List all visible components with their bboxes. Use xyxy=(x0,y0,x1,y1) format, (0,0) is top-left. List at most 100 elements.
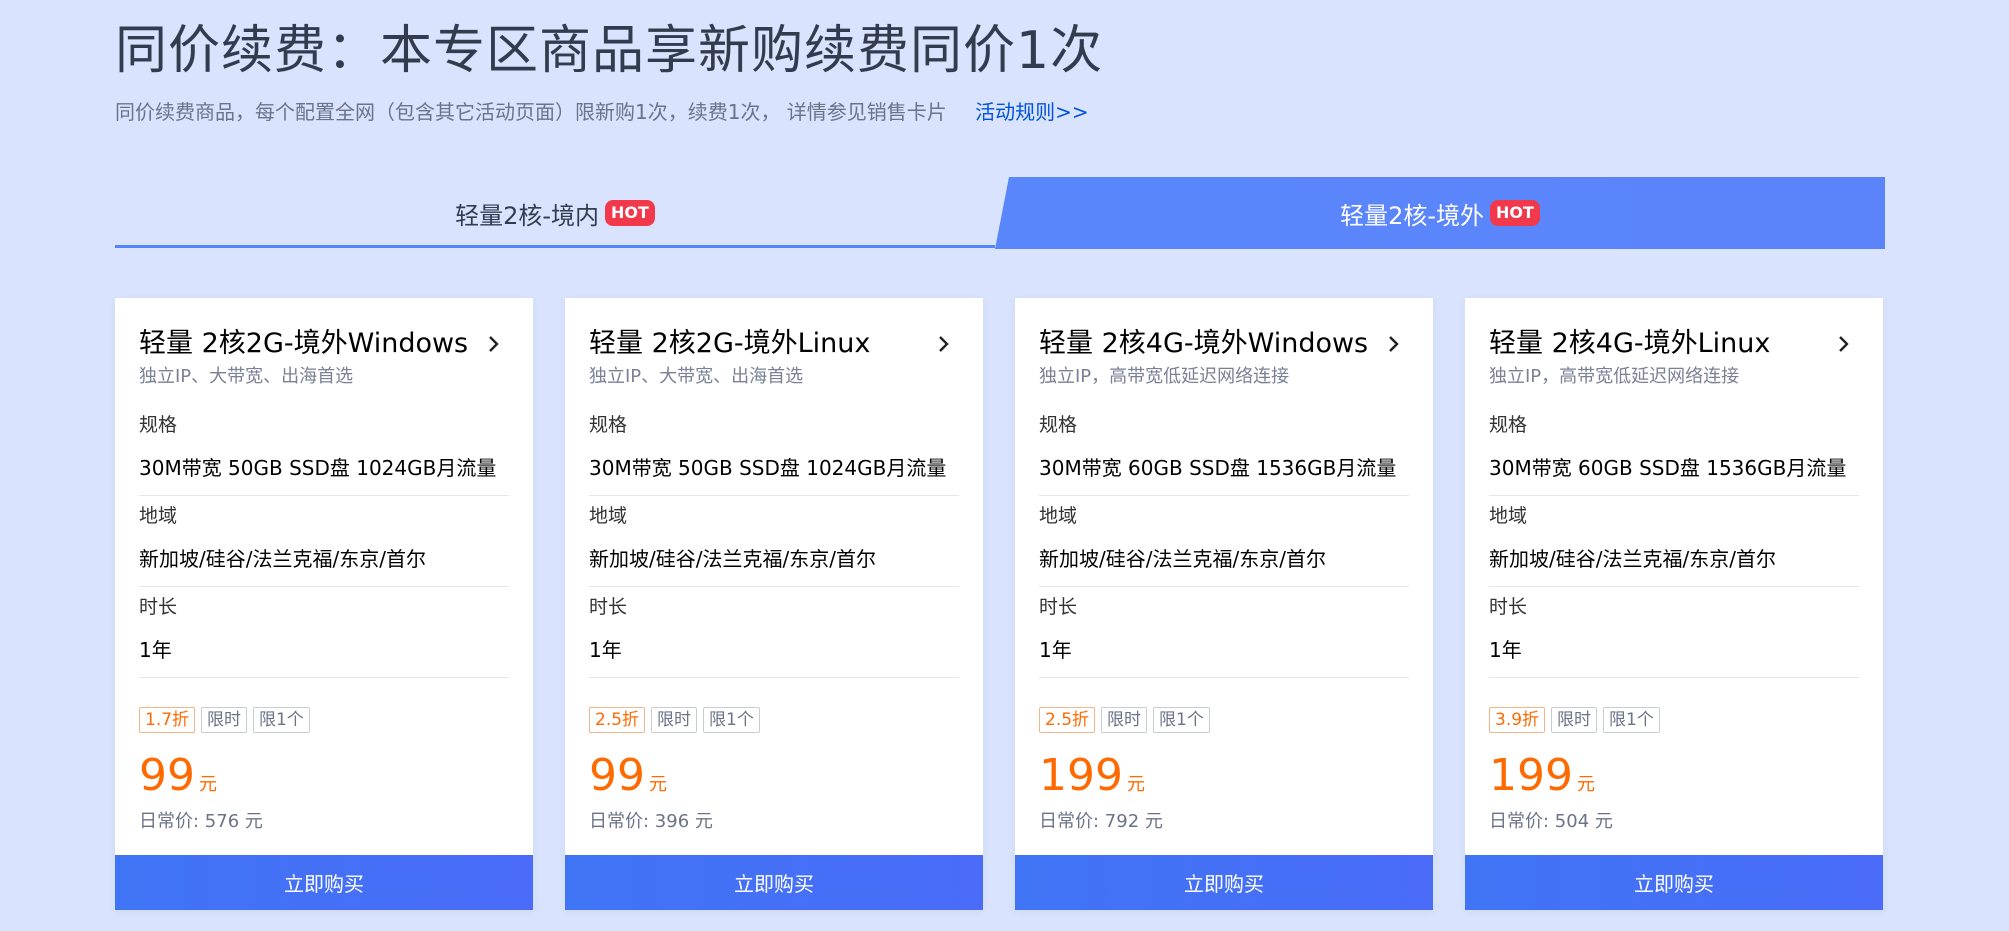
tab-label: 轻量2核-境外 xyxy=(1340,201,1485,230)
product-card: 轻量 2核4G-境外Windows 独立IP，高带宽低延迟网络连接 规格 30M… xyxy=(1015,298,1433,910)
duration-label: 时长 xyxy=(139,596,178,618)
region-label: 地域 xyxy=(1039,505,1078,527)
subtitle-text: 同价续费商品，每个配置全网（包含其它活动页面）限新购1次，续费1次， 详情参见销… xyxy=(115,100,947,124)
limited-time-tag: 限时 xyxy=(1101,707,1148,733)
discount-tag: 3.9折 xyxy=(1489,707,1546,733)
hot-badge: HOT xyxy=(1490,200,1540,226)
hot-badge: HOT xyxy=(605,200,655,226)
price-row: 99 元 xyxy=(589,748,667,804)
tab-underline xyxy=(115,245,995,248)
chevron-right-icon xyxy=(939,336,949,352)
card-title-link[interactable]: 轻量 2核2G-境外Windows xyxy=(139,326,509,362)
price-unit: 元 xyxy=(1576,774,1595,795)
original-price: 日常价: 396 元 xyxy=(589,811,713,832)
price-value: 199 xyxy=(1489,750,1573,801)
card-title: 轻量 2核4G-境外Windows xyxy=(1039,328,1369,359)
buy-now-button[interactable]: 立即购买 xyxy=(1015,855,1433,910)
card-title: 轻量 2核4G-境外Linux xyxy=(1489,328,1771,359)
tag-list: 2.5折 限时 限1个 xyxy=(589,707,760,733)
region-label: 地域 xyxy=(1489,505,1528,527)
discount-tag: 2.5折 xyxy=(1039,707,1096,733)
card-title: 轻量 2核2G-境外Linux xyxy=(589,328,871,359)
region-tabs: 轻量2核-境内 HOT 轻量2核-境外 HOT xyxy=(115,177,1885,249)
product-card: 轻量 2核2G-境外Linux 独立IP、大带宽、出海首选 规格 30M带宽 5… xyxy=(565,298,983,910)
card-title: 轻量 2核2G-境外Windows xyxy=(139,328,469,359)
card-description: 独立IP，高带宽低延迟网络连接 xyxy=(1039,366,1290,387)
buy-now-button[interactable]: 立即购买 xyxy=(115,855,533,910)
limit-one-tag: 限1个 xyxy=(703,707,760,733)
spec-value: 30M带宽 60GB SSD盘 1536GB月流量 xyxy=(1489,456,1847,480)
duration-value: 1年 xyxy=(139,638,172,662)
subtitle-row: 同价续费商品，每个配置全网（包含其它活动页面）限新购1次，续费1次， 详情参见销… xyxy=(115,98,1089,126)
price-value: 199 xyxy=(1039,750,1123,801)
spec-label: 规格 xyxy=(1039,414,1078,436)
region-value: 新加坡/硅谷/法兰克福/东京/首尔 xyxy=(139,547,426,571)
spec-label: 规格 xyxy=(139,414,178,436)
chevron-right-icon xyxy=(1389,336,1399,352)
card-description: 独立IP，高带宽低延迟网络连接 xyxy=(1489,366,1740,387)
divider xyxy=(1489,677,1859,678)
limited-time-tag: 限时 xyxy=(201,707,248,733)
discount-tag: 1.7折 xyxy=(139,707,196,733)
tab-domestic[interactable]: 轻量2核-境内 HOT xyxy=(115,177,995,249)
price-value: 99 xyxy=(589,750,645,801)
buy-now-button[interactable]: 立即购买 xyxy=(1465,855,1883,910)
region-value: 新加坡/硅谷/法兰克福/东京/首尔 xyxy=(589,547,876,571)
duration-value: 1年 xyxy=(1039,638,1072,662)
product-card: 轻量 2核4G-境外Linux 独立IP，高带宽低延迟网络连接 规格 30M带宽… xyxy=(1465,298,1883,910)
limited-time-tag: 限时 xyxy=(651,707,698,733)
tab-label: 轻量2核-境内 xyxy=(455,201,600,230)
limited-time-tag: 限时 xyxy=(1551,707,1598,733)
divider xyxy=(589,495,959,496)
duration-value: 1年 xyxy=(589,638,622,662)
limit-one-tag: 限1个 xyxy=(1153,707,1210,733)
original-price: 日常价: 576 元 xyxy=(139,811,263,832)
card-title-link[interactable]: 轻量 2核2G-境外Linux xyxy=(589,326,959,362)
duration-label: 时长 xyxy=(1489,596,1528,618)
price-row: 199 元 xyxy=(1489,748,1595,804)
product-card: 轻量 2核2G-境外Windows 独立IP、大带宽、出海首选 规格 30M带宽… xyxy=(115,298,533,910)
price-unit: 元 xyxy=(1126,774,1145,795)
region-value: 新加坡/硅谷/法兰克福/东京/首尔 xyxy=(1489,547,1776,571)
price-row: 199 元 xyxy=(1039,748,1145,804)
duration-label: 时长 xyxy=(589,596,628,618)
spec-value: 30M带宽 60GB SSD盘 1536GB月流量 xyxy=(1039,456,1397,480)
page-title: 同价续费：本专区商品享新购续费同价1次 xyxy=(115,21,1104,81)
region-label: 地域 xyxy=(589,505,628,527)
price-value: 99 xyxy=(139,750,195,801)
region-value: 新加坡/硅谷/法兰克福/东京/首尔 xyxy=(1039,547,1326,571)
chevron-right-icon xyxy=(1839,336,1849,352)
divider xyxy=(589,677,959,678)
buy-now-button[interactable]: 立即购买 xyxy=(565,855,983,910)
activity-rules-link[interactable]: 活动规则>> xyxy=(975,100,1089,124)
duration-label: 时长 xyxy=(1039,596,1078,618)
limit-one-tag: 限1个 xyxy=(1603,707,1660,733)
tag-list: 2.5折 限时 限1个 xyxy=(1039,707,1210,733)
tag-list: 1.7折 限时 限1个 xyxy=(139,707,310,733)
region-label: 地域 xyxy=(139,505,178,527)
divider xyxy=(139,586,509,587)
spec-label: 规格 xyxy=(1489,414,1528,436)
price-row: 99 元 xyxy=(139,748,217,804)
spec-value: 30M带宽 50GB SSD盘 1024GB月流量 xyxy=(589,456,947,480)
tab-overseas[interactable]: 轻量2核-境外 HOT xyxy=(995,177,1885,249)
original-price: 日常价: 504 元 xyxy=(1489,811,1613,832)
limit-one-tag: 限1个 xyxy=(253,707,310,733)
chevron-right-icon xyxy=(489,336,499,352)
spec-label: 规格 xyxy=(589,414,628,436)
tag-list: 3.9折 限时 限1个 xyxy=(1489,707,1660,733)
duration-value: 1年 xyxy=(1489,638,1522,662)
product-cards: 轻量 2核2G-境外Windows 独立IP、大带宽、出海首选 规格 30M带宽… xyxy=(115,298,1885,910)
divider xyxy=(1039,586,1409,587)
price-unit: 元 xyxy=(649,774,667,795)
divider xyxy=(1039,677,1409,678)
card-title-link[interactable]: 轻量 2核4G-境外Windows xyxy=(1039,326,1409,362)
discount-tag: 2.5折 xyxy=(589,707,646,733)
price-unit: 元 xyxy=(199,774,217,795)
divider xyxy=(139,677,509,678)
divider xyxy=(1039,495,1409,496)
card-title-link[interactable]: 轻量 2核4G-境外Linux xyxy=(1489,326,1859,362)
divider xyxy=(589,586,959,587)
divider xyxy=(1489,586,1859,587)
original-price: 日常价: 792 元 xyxy=(1039,811,1163,832)
